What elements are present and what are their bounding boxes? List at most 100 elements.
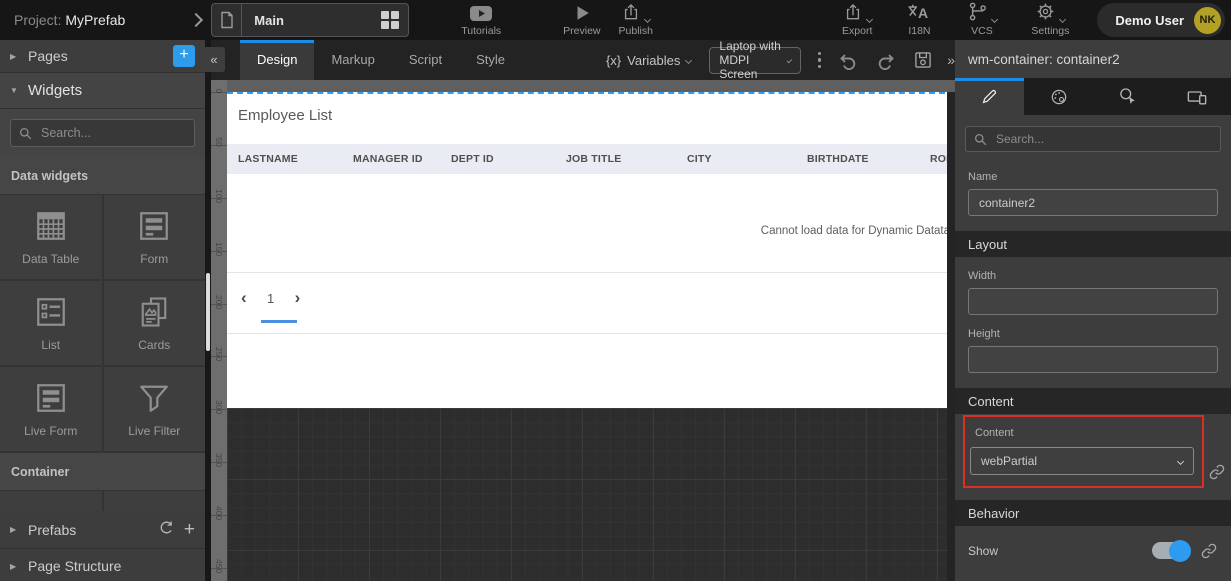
content-select[interactable]: webPartial <box>970 447 1194 475</box>
page-icon <box>212 4 242 36</box>
device-select[interactable]: Laptop with MDPI Screen <box>709 47 800 74</box>
widget-tile-partial[interactable] <box>0 491 102 511</box>
canvas-region: 0 50 100 150 200 250 300 350 400 450 Emp… <box>211 80 955 581</box>
tab-devices[interactable] <box>1162 78 1231 115</box>
collapse-sidebar-button[interactable]: « <box>203 47 225 72</box>
top-bar: Project: MyPrefab Main Tutorials Preview <box>0 0 1231 40</box>
sidebar-item-prefabs[interactable]: ▶ Prefabs + <box>0 511 205 549</box>
widget-tile-live-form[interactable]: Live Form <box>0 367 102 451</box>
name-field[interactable] <box>968 189 1218 216</box>
project-title: Project: MyPrefab <box>14 12 125 28</box>
bind-content-button[interactable] <box>1209 464 1225 480</box>
project-label: Project: <box>14 12 61 28</box>
tab-style[interactable]: Style <box>459 40 522 80</box>
refresh-icon[interactable] <box>158 519 175 541</box>
tab-design[interactable]: Design <box>240 40 314 80</box>
column-header[interactable]: DEPT ID <box>451 153 566 165</box>
properties-panel: wm-container: container2 Name <box>955 40 1231 581</box>
list-icon <box>33 294 69 330</box>
page-tab-main[interactable]: Main <box>211 3 409 37</box>
redo-button[interactable] <box>875 51 897 70</box>
property-search-input[interactable] <box>965 126 1221 152</box>
save-button[interactable] <box>913 50 933 70</box>
save-icon <box>913 50 933 70</box>
design-canvas: Employee List LASTNAME MANAGER ID DEPT I… <box>227 80 955 581</box>
highlighted-content-property: Content webPartial <box>963 415 1204 488</box>
prev-page-icon[interactable]: ‹ <box>241 288 247 308</box>
vcs-button[interactable]: VCS <box>966 4 997 37</box>
add-prefab-button[interactable]: + <box>184 523 195 537</box>
show-toggle[interactable] <box>1152 542 1189 559</box>
width-label: Width <box>968 270 1218 282</box>
canvas-scrollbar[interactable] <box>947 92 955 581</box>
column-header[interactable]: CITY <box>687 153 807 165</box>
user-menu[interactable]: Demo User NK <box>1097 3 1225 37</box>
datatable-error-message: Cannot load data for Dynamic Datata <box>761 225 950 237</box>
variables-icon: {x} <box>606 53 621 68</box>
sidebar-item-pages[interactable]: ▶ Pages + <box>0 40 205 73</box>
column-header[interactable]: LASTNAME <box>238 153 353 165</box>
more-options-icon[interactable] <box>818 52 822 69</box>
tab-styles[interactable] <box>1024 78 1093 115</box>
bind-show-button[interactable] <box>1201 543 1217 559</box>
undo-button[interactable] <box>837 51 859 70</box>
widget-tile-list[interactable]: List <box>0 281 102 365</box>
variables-button[interactable]: {x} Variables <box>606 53 691 68</box>
property-search <box>955 115 1231 158</box>
layout-section-header[interactable]: Layout <box>955 231 1231 257</box>
column-header[interactable]: MANAGER ID <box>353 153 451 165</box>
container-widgets-grid <box>0 490 205 511</box>
pagination: ‹ 1 › <box>241 288 300 308</box>
export-button[interactable]: Export <box>842 4 872 37</box>
search-input[interactable] <box>10 119 195 147</box>
widget-search <box>0 109 205 157</box>
tab-events[interactable] <box>1093 78 1162 115</box>
grid-icon[interactable] <box>381 11 399 29</box>
canvas-toolbar: Design Markup Script Style {x} Variables… <box>211 40 955 80</box>
width-field[interactable] <box>968 288 1218 315</box>
content-section-header[interactable]: Content <box>955 388 1231 414</box>
tab-properties[interactable] <box>955 78 1024 115</box>
live-form-icon <box>33 380 69 416</box>
i18n-button[interactable]: A I18N <box>906 4 932 37</box>
widget-tile-cards[interactable]: Cards <box>104 281 206 365</box>
add-page-button[interactable]: + <box>173 45 195 67</box>
sidebar-item-page-structure[interactable]: ▶ Page Structure <box>0 549 205 581</box>
svg-text:A: A <box>918 5 928 21</box>
height-field[interactable] <box>968 346 1218 373</box>
tab-script[interactable]: Script <box>392 40 459 80</box>
pencil-icon <box>980 87 999 106</box>
column-header[interactable]: JOB TITLE <box>566 153 687 165</box>
canvas-grid-background[interactable] <box>227 408 955 581</box>
preview-button[interactable]: Preview <box>563 4 600 37</box>
page-number[interactable]: 1 <box>261 291 281 306</box>
chevron-down-icon <box>866 15 873 22</box>
widget-tile-form[interactable]: Form <box>104 195 206 279</box>
behavior-section-header[interactable]: Behavior <box>955 500 1231 526</box>
settings-button[interactable]: Settings <box>1031 4 1069 37</box>
widget-tile-partial[interactable] <box>104 491 206 511</box>
tutorials-button[interactable]: Tutorials <box>461 4 501 37</box>
vertical-ruler: 0 50 100 150 200 250 300 350 400 450 <box>211 80 227 581</box>
expand-panel-button[interactable]: » <box>947 52 955 68</box>
scrollbar-thumb[interactable] <box>206 273 210 351</box>
widget-tile-data-table[interactable]: Data Table <box>0 195 102 279</box>
sidebar-item-widgets[interactable]: ▼ Widgets <box>0 73 205 109</box>
divider <box>227 272 947 273</box>
next-page-icon[interactable]: › <box>295 288 301 308</box>
chevron-down-icon <box>991 15 998 22</box>
column-header[interactable]: BIRTHDATE <box>807 153 930 165</box>
page-canvas[interactable]: Employee List LASTNAME MANAGER ID DEPT I… <box>227 92 955 408</box>
datatable-title: Employee List <box>238 107 332 124</box>
undo-icon <box>837 51 859 70</box>
tab-markup[interactable]: Markup <box>314 40 391 80</box>
chevron-right-icon[interactable] <box>189 13 203 27</box>
widget-tile-live-filter[interactable]: Live Filter <box>104 367 206 451</box>
devices-icon <box>1186 87 1208 107</box>
active-page-underline <box>261 320 297 323</box>
container-header: Container <box>0 453 205 490</box>
selected-widget-title: wm-container: container2 <box>955 40 1231 78</box>
datatable-header-row[interactable]: LASTNAME MANAGER ID DEPT ID JOB TITLE CI… <box>227 144 947 174</box>
user-name: Demo User <box>1115 13 1184 28</box>
publish-button[interactable]: Publish <box>619 4 653 37</box>
